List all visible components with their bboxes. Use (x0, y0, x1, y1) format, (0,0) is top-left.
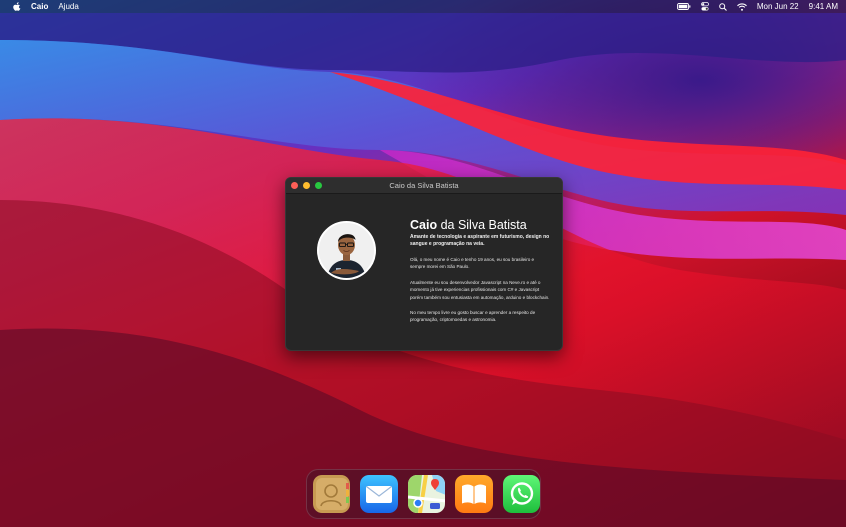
date-label[interactable]: Mon Jun 22 (757, 2, 799, 11)
time-label[interactable]: 9:41 AM (809, 2, 838, 11)
control-center-icon[interactable] (700, 2, 709, 11)
app-menu[interactable]: Caio (31, 2, 48, 11)
contacts-icon[interactable] (313, 475, 351, 513)
maximize-button[interactable] (315, 182, 322, 189)
maps-icon[interactable] (407, 475, 446, 513)
mail-icon[interactable] (360, 475, 398, 513)
bio-paragraph: No meu tempo livre eu gosto buscar e apr… (410, 310, 536, 323)
wifi-icon[interactable] (736, 2, 747, 11)
bio-paragraph: Atualmente eu sou desenvolvedor Javascri… (410, 279, 550, 300)
close-button[interactable] (291, 182, 298, 189)
window-controls (291, 182, 322, 189)
search-icon[interactable] (719, 2, 727, 11)
profile-last-name: da Silva Batista (437, 218, 527, 232)
profile-name: Caio da Silva Batista (410, 218, 550, 232)
battery-icon[interactable] (676, 3, 691, 10)
window-titlebar[interactable]: Caio da Silva Batista (286, 178, 562, 194)
window-title: Caio da Silva Batista (389, 181, 459, 190)
apple-icon[interactable] (13, 2, 21, 11)
profile-window: Caio da Silva Batista Caio da Silva Bati… (285, 177, 563, 351)
dock (306, 469, 541, 519)
books-icon[interactable] (455, 475, 493, 513)
profile-first-name: Caio (410, 218, 438, 232)
minimize-button[interactable] (303, 182, 310, 189)
menu-bar: Caio Ajuda Mon Jun 22 9:41 AM (0, 0, 846, 13)
help-menu[interactable]: Ajuda (58, 2, 78, 11)
bio-paragraph: Olá, o meu nome é Caio e tenho 19 anos, … (410, 257, 535, 270)
profile-tagline: Amante de tecnologia e aspirante em futu… (410, 234, 550, 247)
profile-content: Caio da Silva Batista Amante de tecnolog… (410, 218, 550, 324)
whatsapp-icon[interactable] (502, 475, 541, 513)
avatar (317, 221, 376, 280)
